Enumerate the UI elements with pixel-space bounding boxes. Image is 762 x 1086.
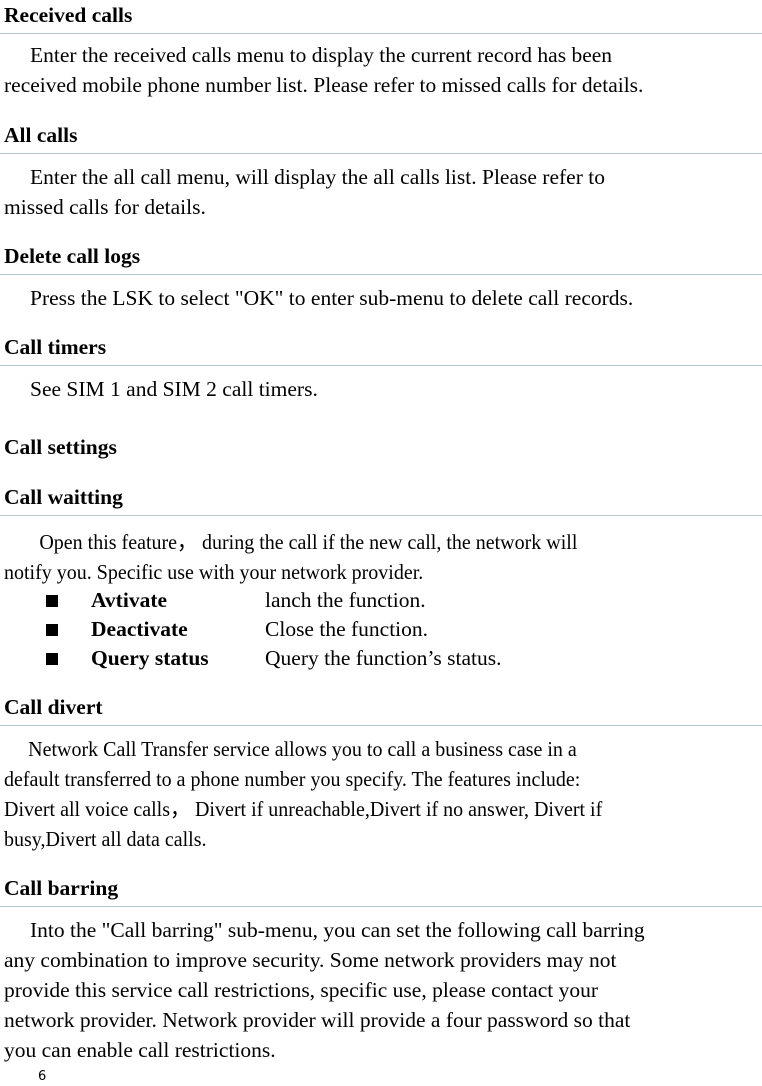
- option-desc: Query the function’s status.: [265, 646, 502, 670]
- divider: [0, 725, 762, 726]
- option-item: Deactivate Close the function.: [46, 615, 646, 644]
- option-desc: Close the function.: [265, 617, 429, 641]
- text-line: Divert all voice calls， Divert if unreac…: [4, 797, 603, 821]
- text-line: Network Call Transfer service allows you…: [28, 737, 577, 761]
- text-line: Enter the all call menu, will display th…: [30, 165, 605, 189]
- text-line: received mobile phone number list. Pleas…: [4, 73, 644, 97]
- option-term: Query status: [91, 646, 209, 670]
- divider: [0, 365, 762, 366]
- paragraph-call-waiting: Open this feature， during the call if th…: [4, 527, 757, 587]
- square-bullet-icon: [46, 595, 58, 607]
- text-line: Into the "Call barring" sub-menu, you ca…: [30, 918, 645, 942]
- heading-call-waiting: Call waitting: [4, 485, 123, 509]
- option-desc: lanch the function.: [265, 588, 426, 612]
- paragraph-all-calls: Enter the all call menu, will display th…: [4, 162, 760, 222]
- paragraph-received-calls: Enter the received calls menu to display…: [4, 40, 760, 100]
- paragraph-call-timers: See SIM 1 and SIM 2 call timers.: [4, 374, 760, 404]
- text-line: default transferred to a phone number yo…: [4, 767, 581, 791]
- heading-call-barring: Call barring: [4, 876, 119, 900]
- page-number: 6: [38, 1069, 47, 1084]
- option-term: Deactivate: [91, 617, 188, 641]
- text-line: you can enable call restrictions.: [4, 1038, 276, 1062]
- heading-call-divert: Call divert: [4, 695, 103, 719]
- text-line: missed calls for details.: [4, 195, 206, 219]
- square-bullet-icon: [46, 624, 58, 636]
- heading-all-calls: All calls: [4, 123, 78, 147]
- option-item: Query status Query the function’s status…: [46, 644, 646, 673]
- heading-call-timers: Call timers: [4, 335, 107, 359]
- text-line: Enter the received calls menu to display…: [30, 43, 613, 67]
- heading-received-calls: Received calls: [4, 3, 133, 27]
- square-bullet-icon: [46, 653, 58, 665]
- text-line: any combination to improve security. Som…: [4, 948, 617, 972]
- divider: [0, 274, 762, 275]
- divider: [0, 515, 762, 516]
- heading-call-settings: Call settings: [4, 435, 117, 459]
- divider: [0, 906, 762, 907]
- divider: [0, 33, 762, 34]
- paragraph-delete-call-logs: Press the LSK to select "OK" to enter su…: [4, 283, 760, 313]
- text-line: provide this service call restrictions, …: [4, 978, 599, 1002]
- divider: [0, 153, 762, 154]
- paragraph-call-barring: Into the "Call barring" sub-menu, you ca…: [4, 915, 760, 1065]
- option-list: Avtivate lanch the function. Deactivate …: [46, 586, 646, 673]
- text-line: Press the LSK to select "OK" to enter su…: [30, 286, 634, 310]
- text-line: network provider. Network provider will …: [4, 1008, 631, 1032]
- option-term: Avtivate: [91, 588, 168, 612]
- paragraph-call-divert: Network Call Transfer service allows you…: [4, 734, 757, 854]
- heading-delete-call-logs: Delete call logs: [4, 244, 141, 268]
- text-line: Open this feature， during the call if th…: [39, 530, 578, 554]
- text-line: See SIM 1 and SIM 2 call timers.: [30, 377, 318, 401]
- text-line: notify you. Specific use with your netwo…: [4, 560, 424, 584]
- text-line: busy,Divert all data calls.: [4, 827, 207, 851]
- option-item: Avtivate lanch the function.: [46, 586, 646, 615]
